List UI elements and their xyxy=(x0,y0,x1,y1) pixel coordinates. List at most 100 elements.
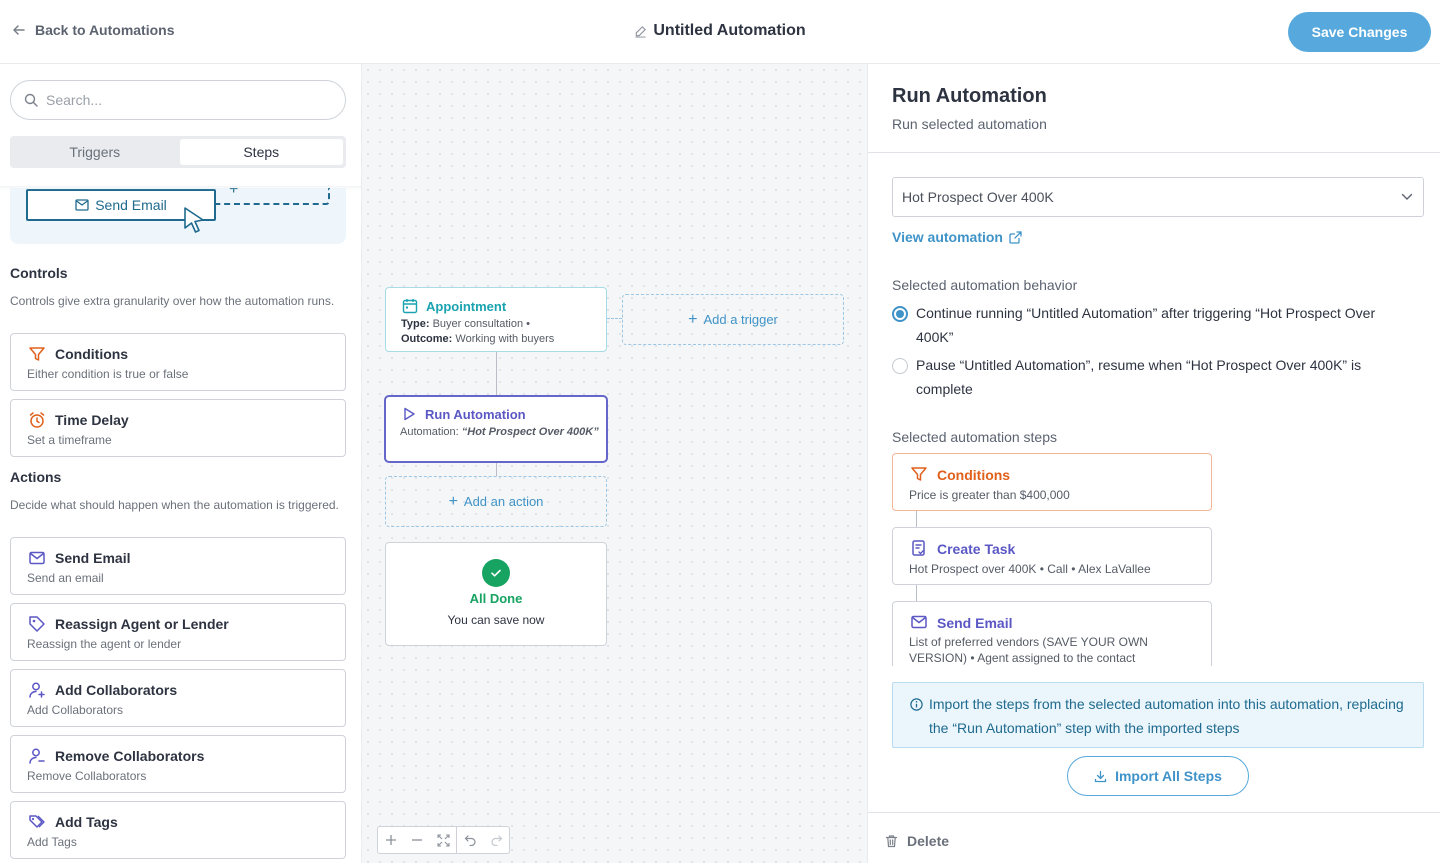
radio-button-selected[interactable] xyxy=(892,306,908,322)
tags-icon xyxy=(28,813,46,831)
step-card-description: Send an email xyxy=(27,571,104,585)
tab-steps[interactable]: Steps xyxy=(179,139,343,165)
play-icon xyxy=(401,406,417,422)
step-card-add-collaborators[interactable]: Add Collaborators Add Collaborators xyxy=(10,669,346,727)
separator: • xyxy=(526,318,531,330)
filter-icon xyxy=(910,465,928,483)
zoom-in-button[interactable] xyxy=(378,827,404,853)
divider xyxy=(868,152,1440,153)
behavior-option-continue[interactable]: Continue running “Untitled Automation” a… xyxy=(892,301,1424,349)
search-icon xyxy=(24,93,38,107)
step-title: Conditions xyxy=(937,467,1011,483)
user-plus-icon xyxy=(28,681,46,699)
fit-view-button[interactable] xyxy=(430,827,457,853)
step-card-time-delay[interactable]: Time Delay Set a timeframe xyxy=(10,399,346,457)
all-done-description: You can save now xyxy=(447,613,545,627)
sample-card-label: Send Email xyxy=(95,197,167,213)
top-bar: Back to Automations Untitled Automation … xyxy=(0,0,1440,64)
search-input[interactable] xyxy=(46,92,326,108)
workflow-canvas[interactable]: Appointment Type: Buyer consultation • O… xyxy=(362,64,867,863)
check-circle-icon xyxy=(482,559,510,587)
delete-label: Delete xyxy=(907,833,950,849)
add-trigger-button[interactable]: + Add a trigger xyxy=(622,294,844,345)
step-title: Send Email xyxy=(937,615,1013,631)
trigger-node-appointment[interactable]: Appointment Type: Buyer consultation • O… xyxy=(385,287,607,352)
step-item-send-email: Send Email List of preferred vendors (SA… xyxy=(892,601,1212,666)
step-card-conditions[interactable]: Conditions Either condition is true or f… xyxy=(10,333,346,391)
step-card-title: Reassign Agent or Lender xyxy=(55,616,229,632)
canvas-zoom-controls xyxy=(377,826,510,854)
add-action-button[interactable]: + Add an action xyxy=(385,476,607,527)
behavior-option-text: Continue running “Untitled Automation” a… xyxy=(916,305,1376,345)
step-card-description: Either condition is true or false xyxy=(27,367,189,381)
filter-icon xyxy=(28,345,46,363)
zoom-out-button[interactable] xyxy=(404,827,430,853)
selected-automation-value: Hot Prospect Over 400K xyxy=(902,189,1054,205)
delete-step-button[interactable]: Delete xyxy=(885,833,949,849)
chevron-down-icon xyxy=(1401,193,1413,201)
radio-button[interactable] xyxy=(892,358,908,374)
step-card-description: Set a timeframe xyxy=(27,433,112,447)
behavior-option-text: Pause “Untitled Automation”, resume when… xyxy=(916,357,1362,397)
step-card-remove-collaborators[interactable]: Remove Collaborators Remove Collaborator… xyxy=(10,735,346,793)
edit-icon xyxy=(634,25,647,38)
step-item-conditions: Conditions Price is greater than $400,00… xyxy=(892,453,1212,511)
user-minus-icon xyxy=(28,747,46,765)
outcome-value: Working with buyers xyxy=(455,333,555,345)
step-description: Price is greater than $400,000 xyxy=(909,488,1070,502)
calendar-icon xyxy=(402,298,418,314)
search-box[interactable] xyxy=(10,80,346,120)
panel-subtitle: Run selected automation xyxy=(892,116,1047,132)
step-card-send-email[interactable]: Send Email Send an email xyxy=(10,537,346,595)
mouse-pointer-icon xyxy=(182,206,208,234)
triggers-steps-toggle: Triggers Steps xyxy=(10,136,346,168)
step-card-add-tags[interactable]: Add Tags Add Tags xyxy=(10,801,346,859)
dashed-connector xyxy=(607,318,622,319)
automation-value: “Hot Prospect Over 400K” xyxy=(461,426,599,438)
connector-line xyxy=(496,352,497,395)
automation-title[interactable]: Untitled Automation xyxy=(0,22,1440,40)
redo-button[interactable] xyxy=(483,827,509,853)
step-card-description: Remove Collaborators xyxy=(27,769,147,783)
step-description: List of preferred vendors (SAVE YOUR OWN… xyxy=(909,635,1148,665)
step-card-description: Reassign the agent or lender xyxy=(27,637,182,651)
step-card-reassign[interactable]: Reassign Agent or Lender Reassign the ag… xyxy=(10,603,346,661)
view-automation-label: View automation xyxy=(892,229,1003,245)
panel-title: Run Automation xyxy=(892,85,1047,107)
behavior-option-pause[interactable]: Pause “Untitled Automation”, resume when… xyxy=(892,353,1424,401)
envelope-icon xyxy=(75,199,89,211)
connector-line xyxy=(916,511,917,527)
imported-steps-list[interactable]: Conditions Price is greater than $400,00… xyxy=(892,453,1216,666)
add-trigger-label: Add a trigger xyxy=(703,312,778,327)
step-card-title: Conditions xyxy=(55,346,129,362)
info-icon xyxy=(910,698,923,711)
import-info-banner: Import the steps from the selected autom… xyxy=(892,682,1424,748)
undo-button[interactable] xyxy=(457,827,483,853)
node-title: Appointment xyxy=(426,299,507,314)
step-description: Hot Prospect over 400K • Call • Alex LaV… xyxy=(909,562,1151,576)
controls-heading: Controls xyxy=(10,265,68,281)
import-all-steps-button[interactable]: Import All Steps xyxy=(1067,756,1249,796)
trash-icon xyxy=(885,834,898,848)
plus-icon: + xyxy=(448,492,458,510)
task-list-icon xyxy=(910,539,928,557)
automation-select[interactable]: Hot Prospect Over 400K xyxy=(892,177,1424,217)
plus-icon: + xyxy=(688,310,698,328)
step-item-create-task: Create Task Hot Prospect over 400K • Cal… xyxy=(892,527,1212,585)
view-automation-link[interactable]: View automation xyxy=(892,229,1022,245)
type-label: Type: xyxy=(401,318,430,330)
drag-hint-illustration: + Send Email xyxy=(10,188,346,244)
step-card-title: Add Tags xyxy=(55,814,118,830)
step-card-title: Remove Collaborators xyxy=(55,748,205,764)
outcome-label: Outcome: xyxy=(401,333,453,345)
connector-line xyxy=(496,463,497,476)
step-node-run-automation[interactable]: Run Automation Automation: “Hot Prospect… xyxy=(384,395,608,463)
type-value: Buyer consultation xyxy=(432,318,524,330)
tab-triggers[interactable]: Triggers xyxy=(13,139,177,165)
step-card-title: Send Email xyxy=(55,550,131,566)
save-changes-button[interactable]: Save Changes xyxy=(1288,12,1431,52)
node-details: Automation: “Hot Prospect Over 400K” xyxy=(400,425,600,440)
add-action-label: Add an action xyxy=(463,494,544,509)
behavior-label: Selected automation behavior xyxy=(892,277,1078,293)
step-card-title: Add Collaborators xyxy=(55,682,178,698)
